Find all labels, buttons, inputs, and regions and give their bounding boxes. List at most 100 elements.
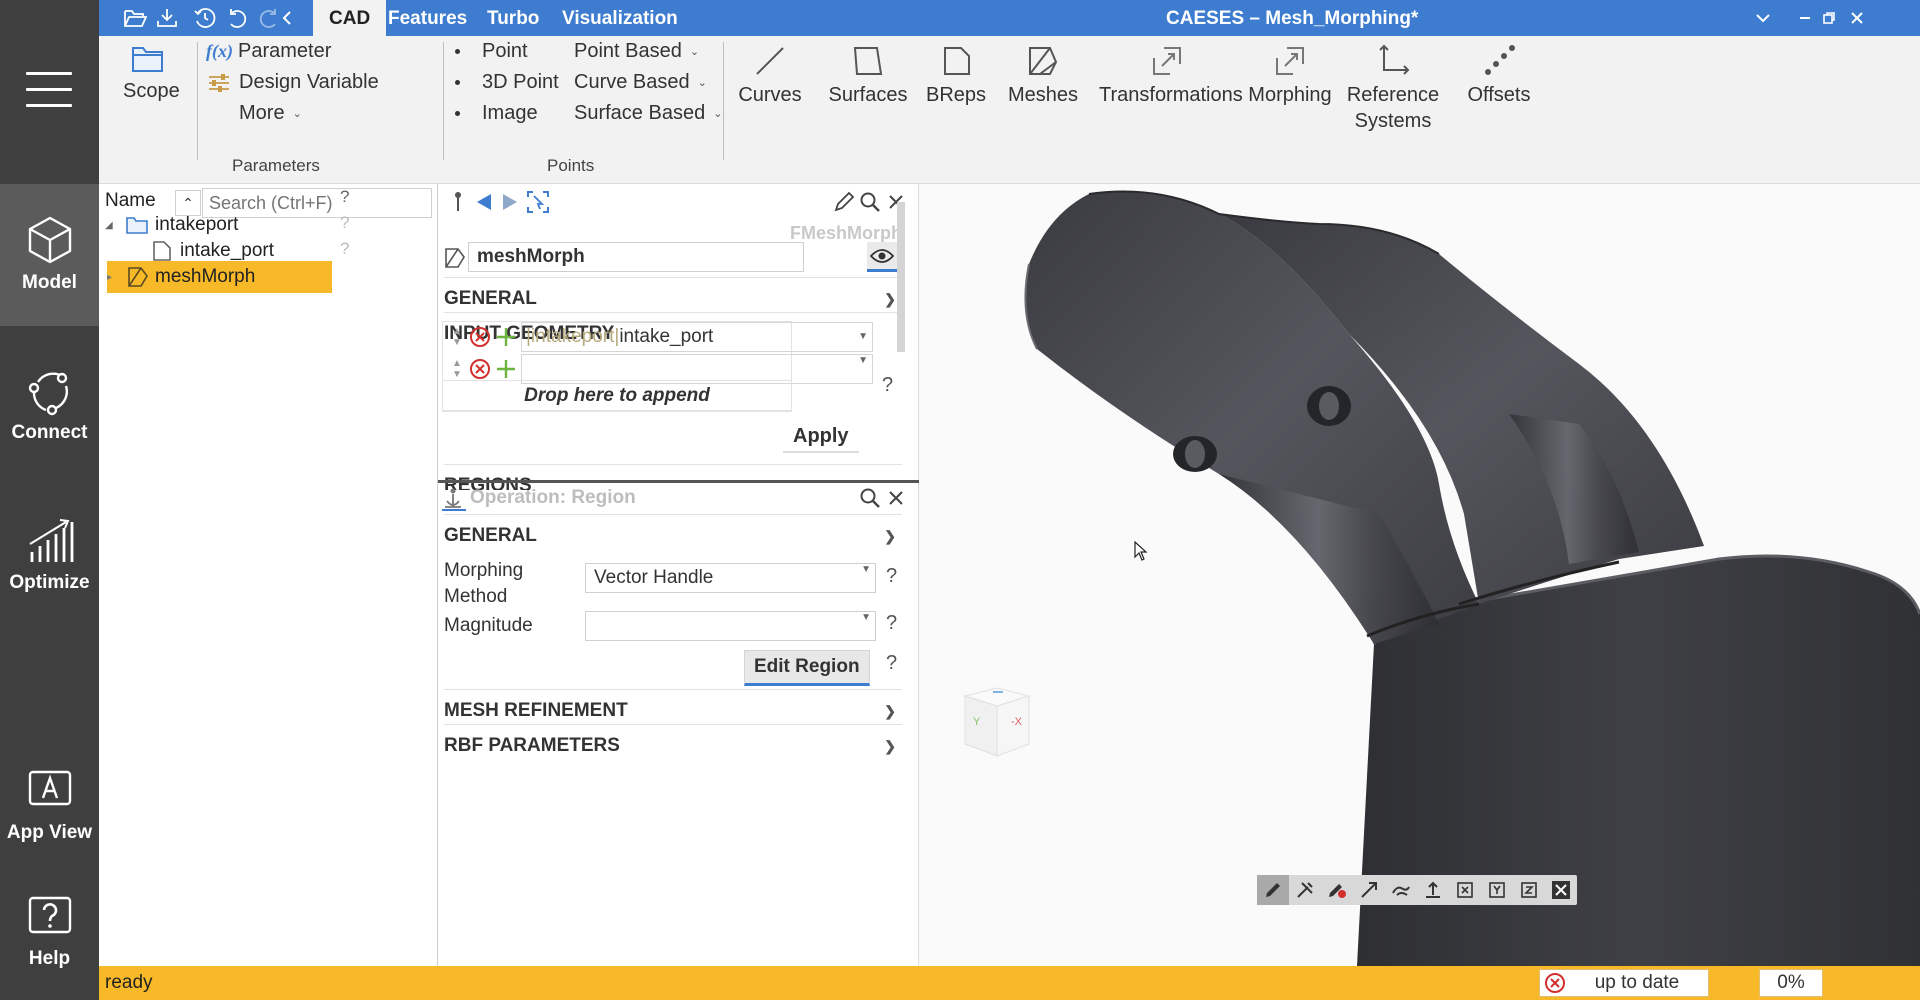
section-rbf-parameters[interactable]: RBF PARAMETERS ❯ [444,724,902,766]
dropdown-arrow-icon[interactable]: ▼ [861,564,871,575]
apply-button[interactable]: Apply [783,425,859,453]
sync-status[interactable]: up to date [1539,969,1709,997]
intake-port-model[interactable] [919,184,1920,966]
sidebar-item-label: App View [6,822,93,843]
tree-node-label: meshMorph [155,266,256,287]
view-cube[interactable]: Y -X [959,684,1035,760]
add-icon[interactable] [495,326,517,348]
edit-pencil-icon[interactable] [832,190,856,214]
splitter[interactable] [438,480,919,483]
curves-button[interactable]: Curves [730,44,810,108]
save-icon[interactable] [153,4,181,32]
geometry-input[interactable]: |intakeport|intake_port ▼ [521,322,873,352]
sidebar-item-help[interactable]: Help [0,860,99,1000]
reorder-handle-icon[interactable]: ▲ ▼ [445,358,469,380]
reference-systems-button[interactable]: Reference Systems [1335,44,1451,134]
offsets-button[interactable]: Offsets [1459,44,1539,108]
tree-help-mark[interactable]: ? [340,213,349,233]
sidebar-item-label: Connect [11,422,88,443]
tree-help-mark[interactable]: ? [340,187,349,207]
image-button[interactable]: Image [455,102,538,125]
tab-features[interactable]: Features [372,0,483,36]
morphing-method-select[interactable]: Vector Handle ▼ [585,563,876,593]
help-mark[interactable]: ? [882,374,893,397]
meshes-label: Meshes [1007,84,1079,106]
point-based-dropdown[interactable]: Point Based ⌄ [574,40,699,63]
dropdown-arrow-icon[interactable]: ▼ [861,612,871,623]
reorder-handle-icon[interactable]: ▲ ▼ [445,326,469,348]
dropdown-arrow-icon[interactable]: ▼ [858,355,868,366]
remove-icon[interactable] [469,358,491,380]
box-x-icon[interactable] [1449,875,1481,905]
breps-button[interactable]: BReps [922,44,990,108]
restore-icon[interactable] [1815,4,1843,32]
tools-icon[interactable] [1289,875,1321,905]
undo-icon[interactable] [223,4,251,32]
surfaces-button[interactable]: Surfaces [822,44,914,108]
pencil-icon[interactable] [1257,875,1289,905]
sidebar-item-optimize[interactable]: Optimize [0,484,99,626]
box-y-icon[interactable] [1481,875,1513,905]
box-z-icon[interactable] [1513,875,1545,905]
add-icon[interactable] [495,358,517,380]
edit-region-button[interactable]: Edit Region [744,650,870,686]
more-dropdown[interactable]: More ⌄ [239,102,302,125]
folder-icon [132,47,163,72]
surfaces-label: Surfaces [828,84,908,106]
help-mark[interactable]: ? [886,612,897,635]
select-in-view-icon[interactable] [526,190,550,214]
anchor-icon[interactable] [1417,875,1449,905]
collapse-left-icon[interactable] [273,4,301,32]
design-variable-button[interactable]: Design Variable [207,71,379,94]
pin-icon[interactable] [446,190,470,214]
arrow-icon[interactable] [1353,875,1385,905]
history-icon[interactable] [191,4,219,32]
3d-point-icon [455,80,460,85]
curve-based-dropdown[interactable]: Curve Based ⌄ [574,71,707,94]
3d-point-button[interactable]: 3D Point [455,71,559,94]
point-button[interactable]: Point [455,40,528,63]
sidebar-item-model[interactable]: Model [0,184,99,326]
help-mark[interactable]: ? [886,652,897,675]
expand-arrow-icon[interactable]: ◢ [105,220,125,231]
mesh-morph-icon [128,267,148,287]
section-operation-general[interactable]: GENERAL ❯ [444,514,902,556]
tab-visualization[interactable]: Visualization [546,0,694,36]
tree-help-mark[interactable]: ? [340,239,349,259]
transformations-button[interactable]: Transformations [1099,44,1243,108]
3d-viewport[interactable]: Y -X [919,184,1920,966]
surface-based-dropdown[interactable]: Surface Based ⌄ [574,102,722,125]
sidebar-item-app-view[interactable]: App View [0,734,99,876]
sidebar-item-connect[interactable]: Connect [0,334,99,476]
scrollbar[interactable] [897,186,905,480]
morphing-button[interactable]: Morphing [1247,44,1333,108]
search-icon[interactable] [858,190,882,214]
folder-icon [126,217,148,234]
search-icon[interactable] [858,486,882,510]
forward-arrow-icon[interactable] [498,190,522,214]
object-name-field[interactable]: meshMorph [468,242,804,272]
3d-point-label: 3D Point [482,71,559,93]
remove-icon[interactable] [469,326,491,348]
meshes-button[interactable]: Meshes [1003,44,1083,108]
drop-append-zone[interactable]: Drop here to append [442,380,792,412]
chevron-down-icon[interactable] [1749,4,1777,32]
scope-button[interactable]: Scope [123,44,180,104]
open-folder-icon[interactable] [121,4,149,32]
back-arrow-icon[interactable] [472,190,496,214]
hamburger-menu-icon[interactable] [26,72,72,120]
magnitude-input[interactable]: ▼ [585,611,876,641]
close-panel-icon[interactable] [884,486,908,510]
close-icon[interactable] [1843,4,1871,32]
dropdown-arrow-icon[interactable]: ▼ [858,323,868,351]
visibility-eye-icon[interactable] [867,242,897,272]
expand-arrow-icon[interactable]: ▸ [107,272,127,283]
link-icon[interactable] [1385,875,1417,905]
pencil-delete-icon[interactable] [1321,875,1353,905]
tree-node-meshmorph[interactable]: ▸ meshMorph [107,261,332,293]
close-icon[interactable] [1545,875,1577,905]
parameter-button[interactable]: f(x) Parameter [206,40,331,63]
help-mark[interactable]: ? [886,565,897,588]
transform-icon [1153,47,1181,75]
tab-turbo[interactable]: Turbo [471,0,555,36]
